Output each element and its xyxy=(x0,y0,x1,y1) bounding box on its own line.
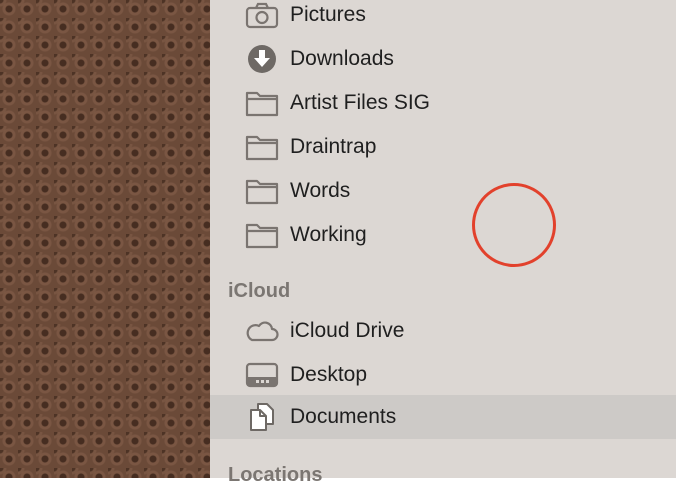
sidebar-item-pictures[interactable]: Pictures xyxy=(210,0,676,37)
sidebar-item-label: Artist Files SIG xyxy=(290,91,431,114)
sidebar-item-label: Words xyxy=(290,179,351,202)
folder-icon xyxy=(244,176,280,206)
desktop-icon xyxy=(244,360,280,390)
sidebar-item-label: Documents xyxy=(290,405,397,428)
cursor-highlight-ring xyxy=(472,183,556,267)
camera-icon xyxy=(244,0,280,30)
folder-icon xyxy=(244,220,280,250)
folder-icon xyxy=(244,88,280,118)
sidebar-item-draintrap[interactable]: Draintrap xyxy=(210,125,676,169)
finder-sidebar: Pictures Downloads Artist Files SIG Drai… xyxy=(210,0,676,486)
sidebar-item-downloads[interactable]: Downloads xyxy=(210,37,676,81)
folder-icon xyxy=(244,132,280,162)
sidebar-item-label: Working xyxy=(290,223,367,246)
section-header-icloud: iCloud xyxy=(228,280,291,302)
sidebar-item-label: Pictures xyxy=(290,3,366,26)
sidebar-item-label: iCloud Drive xyxy=(290,319,405,342)
sidebar-item-icloud-drive[interactable]: iCloud Drive xyxy=(210,309,676,353)
sidebar-item-label: Downloads xyxy=(290,47,394,70)
sidebar-item-words[interactable]: Words xyxy=(210,169,676,213)
download-icon xyxy=(244,44,280,74)
documents-icon xyxy=(244,402,280,432)
cloud-icon xyxy=(244,316,280,346)
section-header-locations: Locations xyxy=(228,464,323,486)
sidebar-item-artist-files-sig[interactable]: Artist Files SIG xyxy=(210,81,676,125)
sidebar-item-label: Draintrap xyxy=(290,135,377,158)
desktop-wallpaper xyxy=(0,0,210,478)
sidebar-item-desktop[interactable]: Desktop xyxy=(210,353,676,397)
sidebar-item-working[interactable]: Working xyxy=(210,213,676,257)
sidebar-item-label: Desktop xyxy=(290,363,368,386)
sidebar-item-documents[interactable]: Documents xyxy=(210,395,676,439)
